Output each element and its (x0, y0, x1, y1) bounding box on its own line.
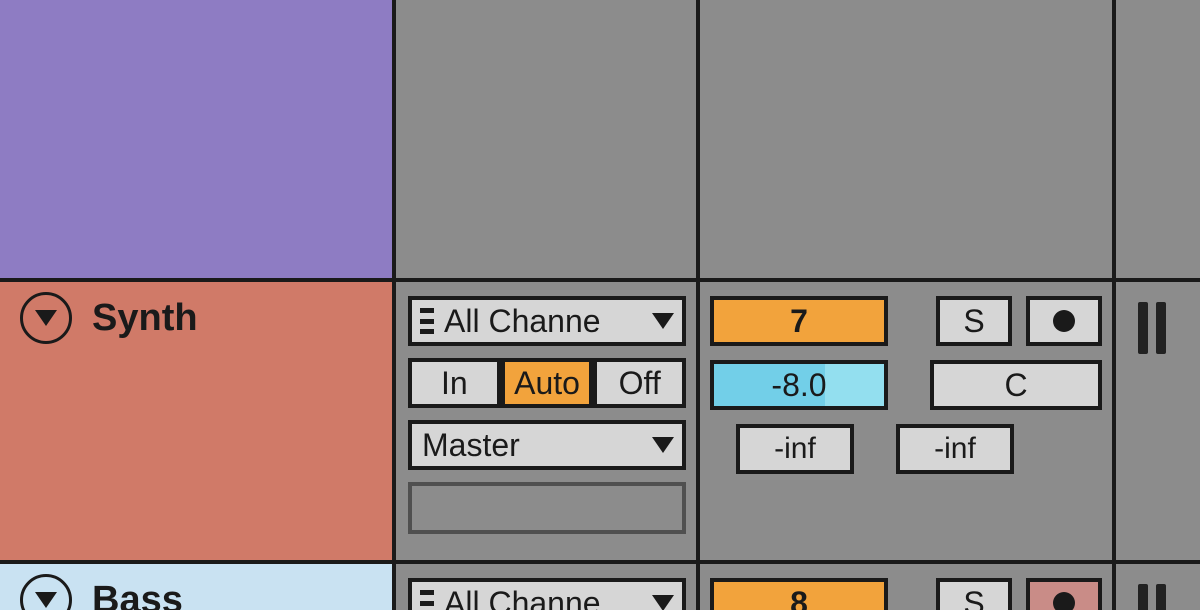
track-activator[interactable]: 7 (710, 296, 888, 346)
track-activator[interactable]: 8 (710, 578, 888, 610)
output-routing-dropdown[interactable]: Master (408, 420, 686, 470)
mixer-view: Synth All Channe In Auto Off Master (0, 0, 1200, 610)
solo-button[interactable]: S (936, 578, 1012, 610)
chevron-down-icon (35, 310, 57, 326)
pan-field[interactable]: C (930, 360, 1102, 410)
prev-track-mix (700, 0, 1116, 278)
volume-value: -8.0 (771, 367, 826, 404)
track-fold-button[interactable] (20, 574, 72, 610)
prev-track-meter (1116, 0, 1196, 278)
drag-grip-icon (420, 590, 434, 610)
input-channel-dropdown[interactable]: All Channe (408, 296, 686, 346)
input-channel-label: All Channe (444, 303, 648, 340)
track-row-bass: Bass All Channe In Auto Off Master (0, 564, 1200, 610)
track-name-label: Bass (92, 579, 183, 610)
track-meter (1116, 282, 1196, 560)
level-meter (1138, 584, 1166, 610)
track-mix: 7 S -8.0 C (700, 282, 1116, 560)
track-name-label: Synth (92, 297, 198, 340)
volume-field[interactable]: -8.0 (710, 360, 888, 410)
peak-right[interactable]: -inf (896, 424, 1014, 474)
track-fold-button[interactable] (20, 292, 72, 344)
solo-button[interactable]: S (936, 296, 1012, 346)
record-arm-icon (1051, 590, 1077, 610)
track-meter (1116, 564, 1196, 610)
input-channel-label: All Channe (444, 585, 648, 610)
dropdown-arrow-icon (652, 313, 674, 329)
chevron-down-icon (35, 592, 57, 608)
monitor-switch: In Auto Off (408, 358, 686, 408)
track-header[interactable]: Synth (0, 282, 396, 560)
track-row-synth: Synth All Channe In Auto Off Master (0, 282, 1200, 564)
meter-bar-l (1138, 584, 1148, 610)
input-channel-dropdown[interactable]: All Channe (408, 578, 686, 610)
dropdown-arrow-icon (652, 595, 674, 610)
record-arm-icon (1051, 308, 1077, 334)
track-io: All Channe In Auto Off Master (396, 564, 700, 610)
monitor-off-button[interactable]: Off (593, 358, 686, 408)
prev-track-strip (0, 0, 1200, 282)
output-routing-label: Master (420, 427, 648, 464)
track-mix: 8 S -6.0 C (700, 564, 1116, 610)
monitor-auto-button[interactable]: Auto (501, 358, 594, 408)
drag-grip-icon (420, 308, 434, 334)
meter-bar-l (1138, 302, 1148, 354)
output-channel-slot[interactable] (408, 482, 686, 534)
track-header[interactable]: Bass (0, 564, 396, 610)
prev-track-io (396, 0, 700, 278)
level-meter (1138, 302, 1166, 354)
meter-bar-r (1156, 302, 1166, 354)
dropdown-arrow-icon (652, 437, 674, 453)
peak-left[interactable]: -inf (736, 424, 854, 474)
arm-button[interactable] (1026, 578, 1102, 610)
monitor-in-button[interactable]: In (408, 358, 501, 408)
track-io: All Channe In Auto Off Master (396, 282, 700, 560)
arm-button[interactable] (1026, 296, 1102, 346)
prev-track-name (0, 0, 396, 278)
meter-bar-r (1156, 584, 1166, 610)
